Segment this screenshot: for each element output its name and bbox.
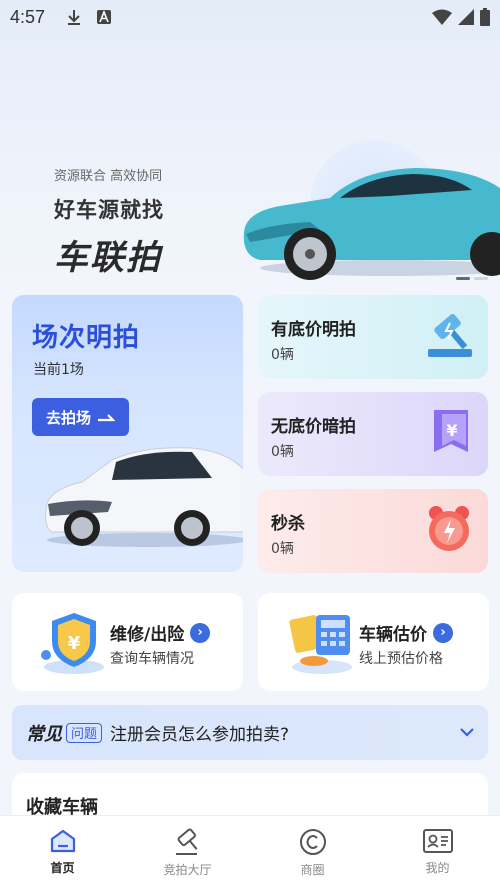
open-auction-subtitle: 当前1场 [33,362,84,378]
wifi-icon [432,9,452,25]
tab-label: 首页 [50,861,75,875]
svg-text:¥: ¥ [446,421,457,440]
auction-type-label: 无底价暗拍 [271,417,356,437]
white-car-image [45,447,243,547]
hero-banner[interactable]: 资源联合 高效协同 好车源就找 车联拍 4:57 [0,0,500,290]
auction-type-count: 0辆 [271,541,294,557]
reserve-open-auction-card[interactable]: 有底价明拍 0辆 [258,295,488,379]
faq-bar[interactable]: 常见 问题 注册会员怎么参加拍卖? [12,705,488,760]
status-time: 4:57 [10,6,46,27]
carousel-dot [474,277,488,280]
gavel-icon [175,828,197,855]
vehicle-valuation-card[interactable]: 车辆估价 › 线上预估价格 [258,593,489,691]
chevron-right-icon: › [190,622,211,643]
service-title: 维修/出险 › [110,620,211,645]
hero-car-image [243,168,500,280]
chevron-right-icon: › [433,622,453,643]
go-auction-label: 去拍场 [45,408,91,427]
faq-tag-box: 问题 [66,722,103,743]
alarm-clock-icon [429,506,469,551]
tab-label: 商圈 [300,863,325,877]
id-card-icon [422,829,453,853]
tab-label: 竞拍大厅 [163,863,212,877]
auction-type-label: 有底价明拍 [271,320,356,340]
service-title-text: 车辆估价 [359,625,427,645]
calculator-coin-icon [289,615,352,674]
signal-icon [458,9,474,25]
font-a-icon [97,10,112,24]
service-title: 车辆估价 › [359,620,453,645]
carousel-dot-active [456,277,470,280]
open-auction-title: 场次明拍 [32,323,141,353]
status-bar: 4:57 [0,0,500,34]
auction-type-label: 秒杀 [271,514,305,534]
hero-text-block: 资源联合 高效协同 好车源就找 车联拍 [54,165,164,279]
tab-business-circle[interactable]: 商圈 [250,816,375,888]
tab-auction-hall[interactable]: 竞拍大厅 [125,816,250,888]
hero-title: 好车源就找 [54,198,164,222]
carousel-indicator [456,277,488,280]
svg-text:¥: ¥ [68,633,81,654]
go-auction-button[interactable]: 去拍场 [32,398,129,436]
yuan-tag-icon: ¥ [434,410,468,452]
auction-type-count: 0辆 [271,347,294,363]
tab-home[interactable]: 首页 [0,816,125,888]
hero-tagline: 资源联合 高效协同 [54,169,163,184]
gavel-icon [428,314,472,357]
home-icon [50,829,75,853]
no-reserve-sealed-auction-card[interactable]: 无底价暗拍 0辆 ¥ [258,392,488,476]
shield-coin-icon: ¥ [41,613,104,674]
bottom-tab-bar: 首页 竞拍大厅 商圈 我的 [0,815,500,888]
download-icon [68,10,81,25]
open-auction-card[interactable]: 场次明拍 当前1场 去拍场 [12,295,243,572]
auction-type-count: 0辆 [271,444,294,460]
service-title-text: 维修/出险 [110,625,185,645]
arrow-right-icon [98,414,115,422]
battery-icon [480,8,490,26]
service-subtitle: 查询车辆情况 [110,651,194,667]
chevron-down-icon[interactable] [460,728,474,737]
tab-mine[interactable]: 我的 [375,816,500,888]
repair-accident-check-card[interactable]: ¥ 维修/出险 › 查询车辆情况 [12,593,243,691]
service-subtitle: 线上预估价格 [359,651,443,667]
tab-label: 我的 [425,861,450,875]
hero-brand: 车联拍 [54,238,162,278]
faq-tag-main: 常见 [26,723,62,745]
flash-sale-card[interactable]: 秒杀 0辆 [258,489,488,573]
faq-question: 注册会员怎么参加拍卖? [110,725,290,745]
copyright-circle-icon [299,829,326,855]
